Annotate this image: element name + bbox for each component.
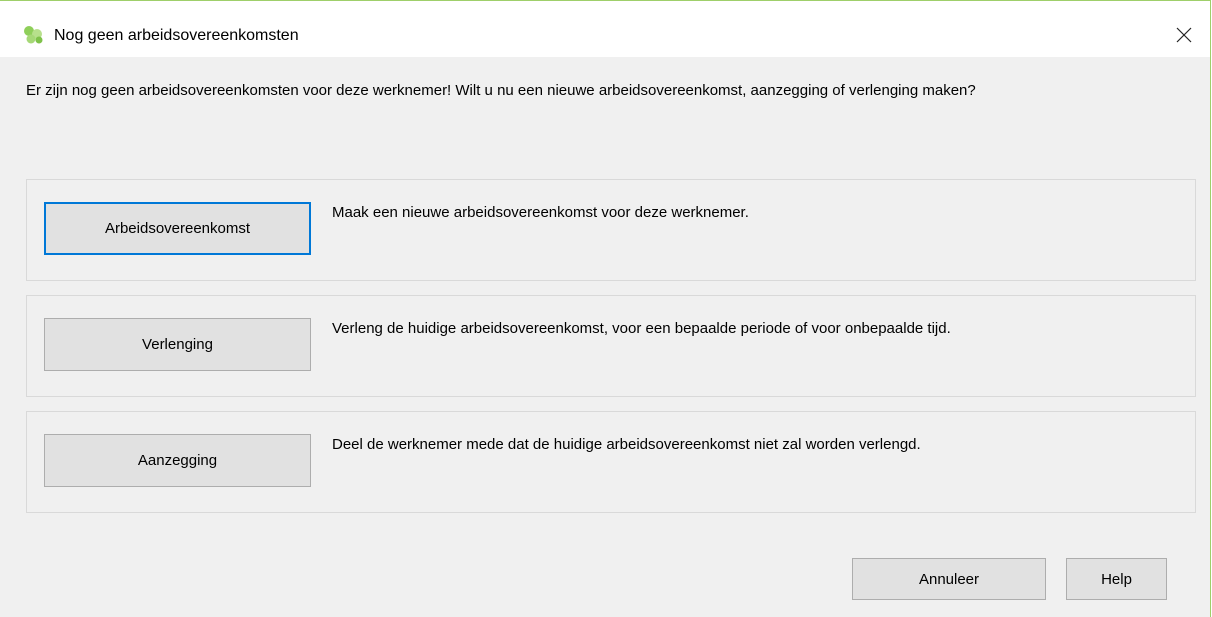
dialog-window: Nog geen arbeidsovereenkomsten Er zijn n… (0, 0, 1211, 617)
cancel-button[interactable]: Annuleer (852, 558, 1046, 600)
app-logo-icon (22, 25, 46, 45)
aanzegging-description: Deel de werknemer mede dat de huidige ar… (332, 436, 921, 453)
option-group-verlenging: Verlenging Verleng de huidige arbeidsove… (26, 295, 1196, 397)
close-icon[interactable] (1172, 23, 1196, 47)
aanzegging-button[interactable]: Aanzegging (44, 434, 311, 487)
verlenging-description: Verleng de huidige arbeidsovereenkomst, … (332, 320, 951, 337)
option-group-aanzegging: Aanzegging Deel de werknemer mede dat de… (26, 411, 1196, 513)
dialog-content: Er zijn nog geen arbeidsovereenkomsten v… (0, 57, 1210, 617)
verlenging-button[interactable]: Verlenging (44, 318, 311, 371)
info-message: Er zijn nog geen arbeidsovereenkomsten v… (26, 82, 976, 99)
option-group-arbeidsovereenkomst: Arbeidsovereenkomst Maak een nieuwe arbe… (26, 179, 1196, 281)
help-button[interactable]: Help (1066, 558, 1167, 600)
arbeidsovereenkomst-description: Maak een nieuwe arbeidsovereenkomst voor… (332, 204, 749, 221)
title-bar: Nog geen arbeidsovereenkomsten (0, 1, 1210, 57)
arbeidsovereenkomst-button[interactable]: Arbeidsovereenkomst (44, 202, 311, 255)
window-title: Nog geen arbeidsovereenkomsten (54, 27, 299, 44)
